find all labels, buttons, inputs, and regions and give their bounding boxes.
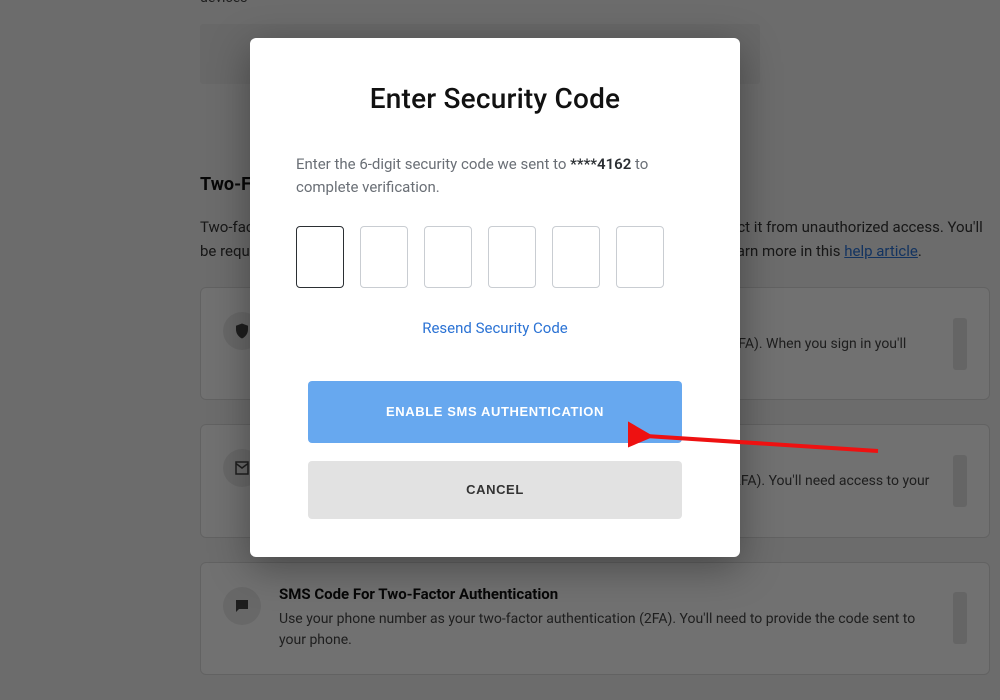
enable-sms-button[interactable]: ENABLE SMS AUTHENTICATION xyxy=(308,381,682,443)
security-code-modal: Enter Security Code Enter the 6-digit se… xyxy=(250,38,740,557)
cancel-button[interactable]: CANCEL xyxy=(308,461,682,519)
modal-description: Enter the 6-digit security code we sent … xyxy=(296,153,694,200)
code-digit-6[interactable] xyxy=(616,226,664,288)
masked-phone-number: ****4162 xyxy=(570,155,631,173)
resend-code-link[interactable]: Resend Security Code xyxy=(422,319,568,337)
code-digit-3[interactable] xyxy=(424,226,472,288)
code-digit-5[interactable] xyxy=(552,226,600,288)
code-digit-1[interactable] xyxy=(296,226,344,288)
modal-title: Enter Security Code xyxy=(296,82,694,115)
modal-desc-prefix: Enter the 6-digit security code we sent … xyxy=(296,155,570,173)
code-input-row xyxy=(296,226,694,288)
code-digit-4[interactable] xyxy=(488,226,536,288)
code-digit-2[interactable] xyxy=(360,226,408,288)
